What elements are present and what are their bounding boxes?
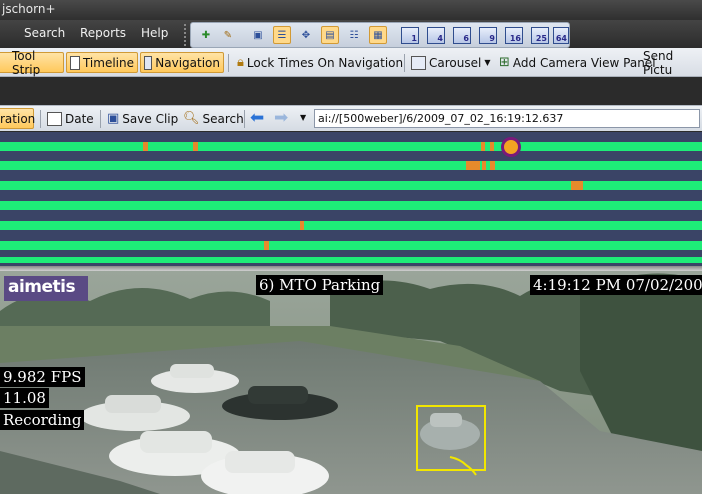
forward-arrow-icon[interactable]: ➡ [274, 108, 288, 128]
monitor-icon[interactable]: ▣ [249, 26, 267, 44]
back-arrow-icon[interactable]: ⬅ [250, 108, 264, 128]
event-marker[interactable] [193, 142, 198, 151]
separator [100, 110, 101, 128]
event-marker[interactable] [143, 142, 148, 151]
duration-button[interactable]: ration [0, 108, 36, 129]
camera-name: 6) MTO Parking [256, 275, 384, 295]
add-camera-view-panel-button[interactable]: ⊞ Add Camera View Panel [496, 52, 659, 73]
layout-16-button[interactable]: 16 [505, 27, 523, 44]
separator [40, 110, 41, 128]
layout-1-button[interactable]: 1 [401, 27, 419, 44]
lock-icon: 🔒︎ [237, 55, 244, 70]
separator [404, 54, 405, 72]
search-button[interactable]: 🔍︎ Search [180, 108, 247, 129]
tracking-box [416, 405, 486, 471]
carousel-button[interactable]: Carousel ▼ [408, 52, 493, 73]
move-icon[interactable]: ✥ [297, 26, 315, 44]
timeline-icon [70, 55, 80, 70]
tool-strip-button[interactable]: Tool Strip [0, 49, 64, 77]
title-bar: jschorn+ [0, 0, 702, 20]
timeline-track[interactable] [0, 221, 702, 230]
menu-help[interactable]: Help [141, 26, 168, 40]
layout-toolbar: ✚ ✎ ▣ ☰ ✥ ▤ ☷ ▦ 1 4 6 9 16 25 64 [190, 22, 570, 48]
save-clip-button[interactable]: ▣ Save Clip [104, 108, 181, 129]
timeline-track[interactable] [0, 201, 702, 210]
date-button[interactable]: Date [44, 108, 97, 129]
date-label: Date [65, 111, 94, 126]
timeline-track[interactable] [0, 161, 702, 170]
menu-search[interactable]: Search [24, 26, 65, 40]
add-icon[interactable]: ✚ [197, 26, 215, 44]
event-marker[interactable] [490, 161, 495, 170]
view-toolbar: Tool Strip Timeline Navigation 🔒︎ Lock T… [0, 48, 702, 77]
tool-strip-label: Tool Strip [12, 48, 41, 77]
history-dropdown-icon[interactable]: ▼ [300, 113, 306, 122]
save-clip-label: Save Clip [122, 111, 179, 126]
value-readout: 11.08 [0, 388, 49, 408]
event-marker[interactable] [466, 161, 480, 170]
layout-9-button[interactable]: 9 [479, 27, 497, 44]
camera-image [0, 271, 702, 494]
recording-status: Recording [0, 410, 85, 430]
timeline-track[interactable] [0, 241, 702, 250]
event-marker[interactable] [264, 241, 269, 250]
navigation-toolbar: ration Date ▣ Save Clip 🔍︎ Search ⬅ ➡ ▼ … [0, 105, 702, 131]
event-marker[interactable] [482, 161, 486, 170]
event-marker[interactable] [300, 221, 304, 230]
layout-4-button[interactable]: 4 [427, 27, 445, 44]
layout-icon[interactable]: ▤ [321, 26, 339, 44]
layout-25-button[interactable]: 25 [531, 27, 549, 44]
toolbar-background [0, 78, 702, 104]
search-label: Search [202, 111, 244, 126]
fps-readout: 9.982 FPS [0, 367, 85, 387]
window-title: jschorn+ [2, 2, 56, 16]
edit-icon[interactable]: ✎ [219, 26, 237, 44]
timeline-track[interactable] [0, 142, 702, 151]
timeline-label: Timeline [82, 55, 134, 70]
timeline-panel[interactable] [0, 132, 702, 266]
address-field[interactable]: ai://[500weber]/6/2009_07_02_16:19:12.63… [314, 109, 700, 128]
menu-reports[interactable]: Reports [80, 26, 126, 40]
address-text: ai://[500weber]/6/2009_07_02_16:19:12.63… [318, 112, 564, 125]
separator [244, 110, 245, 128]
logo-text: aimetis [8, 277, 76, 297]
search-icon: 🔍︎ [183, 111, 200, 126]
list-icon[interactable]: ☷ [345, 26, 363, 44]
timeline-track[interactable] [0, 181, 702, 190]
app-window: jschorn+ Search Reports Help ✚ ✎ ▣ ☰ ✥ ▤… [0, 0, 702, 494]
aimetis-logo: aimetis [4, 276, 88, 301]
add-camera-label: Add Camera View Panel [512, 55, 656, 70]
event-marker[interactable] [481, 142, 485, 151]
chevron-down-icon: ▼ [484, 58, 491, 67]
send-picture-label: Send Pictu [643, 48, 674, 77]
timeline-cursor[interactable] [501, 137, 521, 157]
navigation-icon [144, 55, 153, 70]
separator [228, 54, 229, 72]
navigation-button[interactable]: Navigation [140, 52, 224, 73]
layout-64-button[interactable]: 64 [553, 27, 569, 44]
calendar-icon [47, 111, 62, 126]
add-camera-icon: ⊞ [499, 55, 510, 70]
camera-view[interactable]: aimetis 6) MTO Parking 4:19:12 PM 07/02/… [0, 271, 702, 494]
panel-icon[interactable]: ☰ [273, 26, 291, 44]
timeline-track[interactable] [0, 257, 702, 263]
carousel-label: Carousel [429, 55, 482, 70]
event-marker[interactable] [571, 181, 583, 190]
duration-label: ration [0, 111, 36, 126]
navigation-label: Navigation [155, 55, 220, 70]
layout-6-button[interactable]: 6 [453, 27, 471, 44]
send-picture-button[interactable]: Send Pictu [640, 49, 702, 77]
save-icon: ▣ [107, 111, 120, 126]
toolbar-grip[interactable] [184, 24, 188, 46]
camera-timestamp: 4:19:12 PM 07/02/2009 [530, 275, 702, 295]
grid-icon[interactable]: ▦ [369, 26, 387, 44]
timeline-button[interactable]: Timeline [66, 52, 138, 73]
carousel-icon [411, 55, 426, 70]
lock-times-button[interactable]: 🔒︎ Lock Times On Navigation [234, 52, 406, 73]
event-marker[interactable] [490, 142, 494, 151]
lock-times-label: Lock Times On Navigation [246, 55, 404, 70]
